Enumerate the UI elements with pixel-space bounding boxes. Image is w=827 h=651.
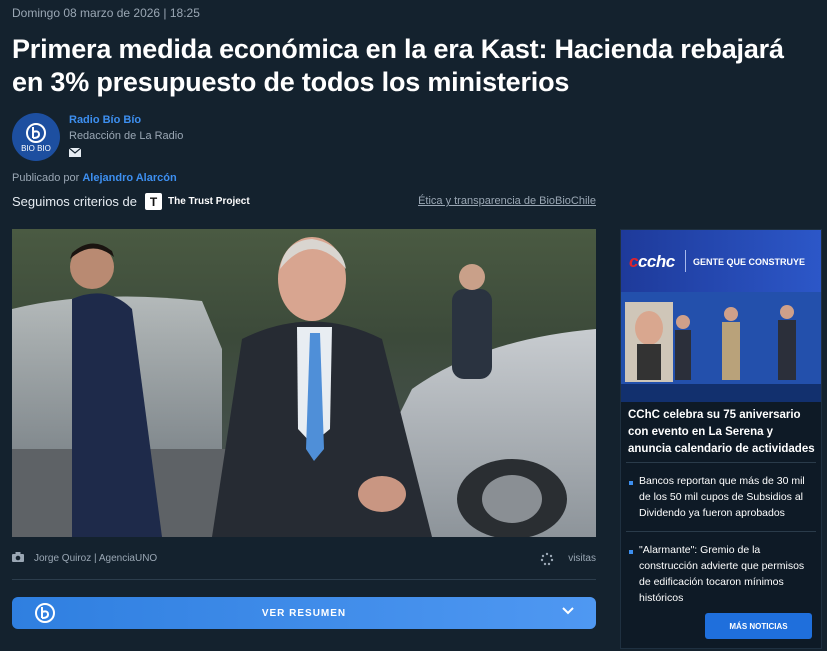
cchc-logo: ccchc bbox=[629, 252, 675, 271]
camera-icon bbox=[12, 552, 24, 562]
photo-credit-bar: Jorge Quiroz | AgenciaUNO visitas bbox=[12, 551, 596, 567]
sponsor-headline[interactable]: CChC celebra su 75 aniversario con event… bbox=[628, 407, 816, 458]
avatar-text: BIO BIO bbox=[21, 143, 51, 153]
sponsor-banner[interactable]: ccchc GENTE QUE CONSTRUYE bbox=[621, 230, 821, 292]
published-by: Publicado por Alejandro Alarcón bbox=[12, 172, 177, 184]
author-name-link[interactable]: Radio Bío Bío bbox=[69, 114, 141, 126]
divider bbox=[12, 579, 596, 580]
author-avatar[interactable]: BIO BIO bbox=[12, 113, 60, 161]
author-role: Redacción de La Radio bbox=[69, 130, 184, 142]
published-author-link[interactable]: Alejandro Alarcón bbox=[82, 172, 176, 184]
article-photo bbox=[12, 229, 596, 537]
spinner-icon bbox=[540, 552, 554, 566]
published-label: Publicado por bbox=[12, 172, 80, 184]
article-date: Domingo 08 marzo de 2026 | 18:25 bbox=[12, 6, 200, 20]
criteria-label: Seguimos criterios de bbox=[12, 194, 137, 209]
list-item[interactable]: Bancos reportan que más de 30 mil de los… bbox=[626, 462, 816, 531]
list-item[interactable]: "Alarmante": Gremio de la construcción a… bbox=[626, 531, 816, 616]
visits-label: visitas bbox=[568, 553, 596, 564]
summary-label: VER RESUMEN bbox=[261, 607, 347, 619]
chevron-down-icon bbox=[562, 607, 574, 615]
biobio-logo-icon bbox=[35, 603, 55, 623]
view-summary-button[interactable]: VER RESUMEN bbox=[12, 597, 596, 629]
sponsor-photo[interactable] bbox=[621, 292, 821, 402]
banner-divider bbox=[685, 250, 686, 272]
related-news-list: Bancos reportan que más de 30 mil de los… bbox=[626, 462, 816, 616]
trust-criteria: Seguimos criterios de T The Trust Projec… bbox=[12, 193, 250, 210]
article-title: Primera medida económica en la era Kast:… bbox=[12, 34, 784, 97]
sidebar-sponsored: ccchc GENTE QUE CONSTRUYE CChC celebra s… bbox=[620, 229, 822, 649]
trust-project-name[interactable]: The Trust Project bbox=[168, 196, 250, 207]
biobio-logo-icon bbox=[26, 122, 46, 143]
trust-project-logo[interactable]: T bbox=[145, 193, 162, 210]
mail-icon[interactable] bbox=[69, 148, 81, 157]
photo-credit: Jorge Quiroz | AgenciaUNO bbox=[34, 553, 158, 564]
ethics-link[interactable]: Ética y transparencia de BioBioChile bbox=[418, 195, 596, 207]
banner-slogan: GENTE QUE CONSTRUYE bbox=[693, 257, 806, 267]
more-news-button[interactable]: MÁS NOTICIAS bbox=[705, 613, 812, 639]
